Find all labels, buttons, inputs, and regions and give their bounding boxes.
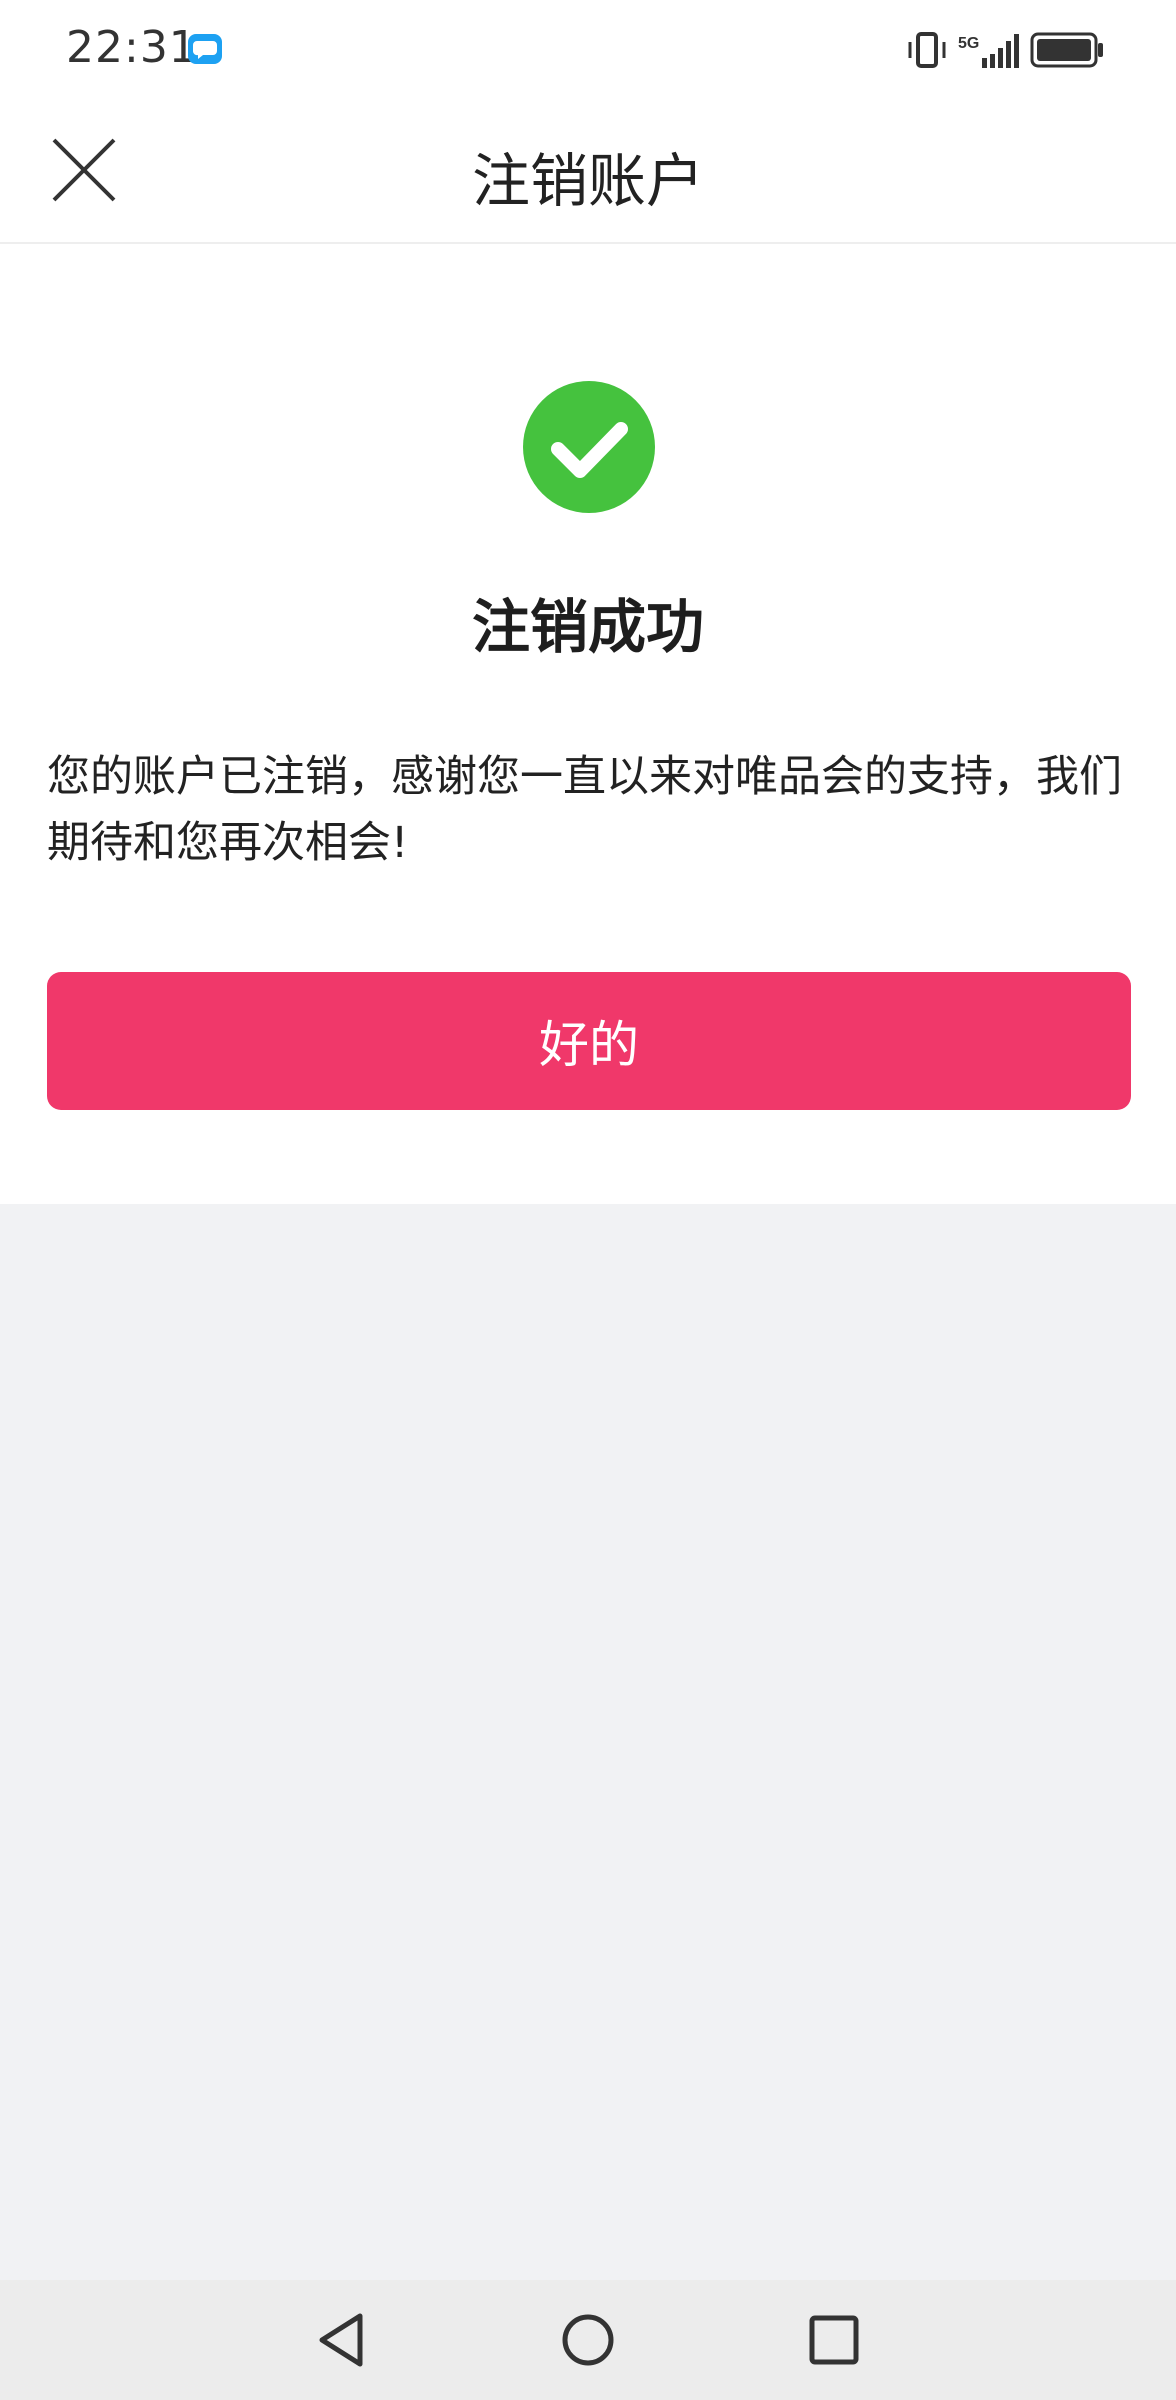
vibrate-icon bbox=[908, 32, 946, 68]
result-panel: 注销成功 您的账户已注销，感谢您一直以来对唯品会的支持，我们期待和您再次相会! … bbox=[0, 244, 1176, 1204]
status-bar: 22:31 5G bbox=[0, 0, 1176, 100]
home-circle-icon[interactable] bbox=[560, 2310, 616, 2370]
success-message: 您的账户已注销，感谢您一直以来对唯品会的支持，我们期待和您再次相会! bbox=[47, 752, 1122, 868]
status-time: 22:31 bbox=[66, 22, 198, 73]
check-circle-icon bbox=[523, 381, 655, 513]
network-label: 5G bbox=[958, 35, 979, 52]
signal-icon bbox=[982, 34, 1019, 68]
back-triangle-icon[interactable] bbox=[314, 2310, 370, 2370]
nav-header: 注销账户 bbox=[0, 100, 1176, 244]
page-title: 注销账户 bbox=[471, 147, 704, 215]
message-app-icon bbox=[188, 34, 222, 64]
ok-button[interactable]: 好的 bbox=[47, 972, 1131, 1110]
success-title: 注销成功 bbox=[471, 593, 704, 661]
recents-square-icon[interactable] bbox=[806, 2310, 862, 2370]
status-icons: 5G bbox=[908, 32, 1103, 68]
system-nav-bar bbox=[0, 2280, 1176, 2400]
battery-icon bbox=[1030, 32, 1103, 68]
